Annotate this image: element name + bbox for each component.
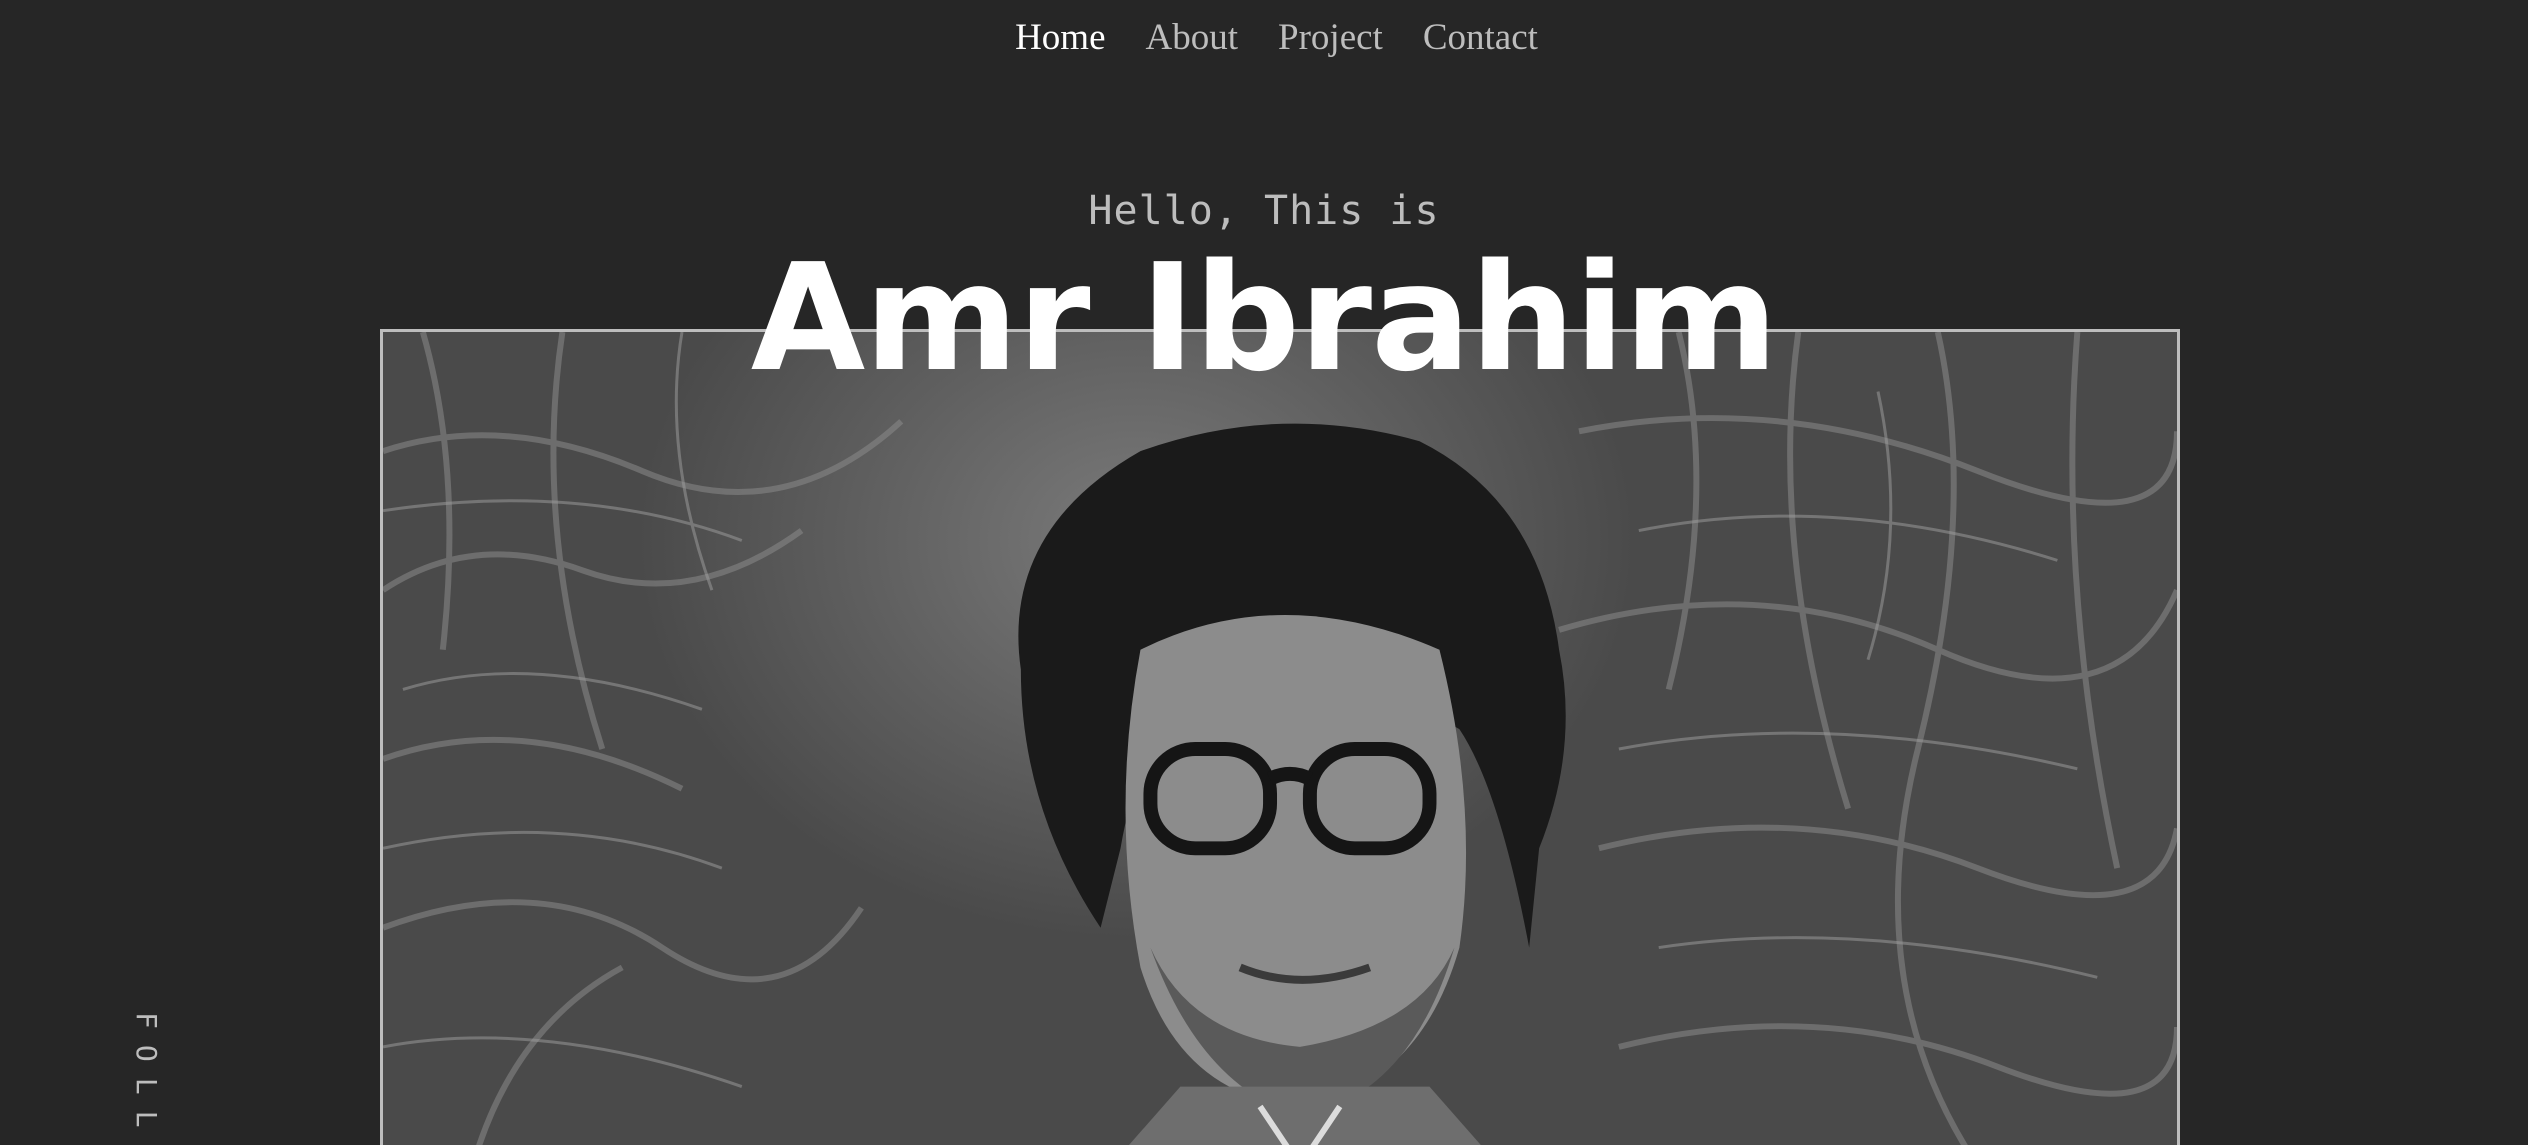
nav-contact-link[interactable]: Contact [1423,19,1538,56]
nav-about-link[interactable]: About [1146,19,1239,56]
hero-name: Amr Ibrahim [750,232,1778,404]
portrait-person [1018,423,1566,1145]
main-nav: Home About Project Contact [0,0,2528,75]
nav-home-link[interactable]: Home [1015,19,1105,56]
hero-photo [380,329,2180,1145]
nav-project-link[interactable]: Project [1278,19,1383,56]
hero-greeting: Hello, This is [1088,188,1440,234]
follow-label: FOLL [130,1012,163,1144]
